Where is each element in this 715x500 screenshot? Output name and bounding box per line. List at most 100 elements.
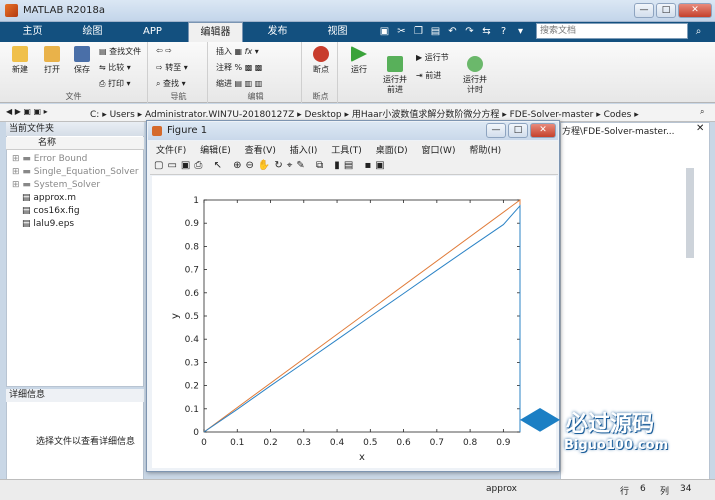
tab-editor[interactable]: 编辑器 — [188, 22, 243, 42]
plot-svg[interactable]: 0 0.1 0.2 0.3 0.4 0.5 0.6 0.7 0.8 0.9 0 0.1 0.2 0.3 0.… — [152, 176, 556, 468]
dropdown-icon[interactable]: ▾ — [514, 25, 527, 38]
hide-tools-icon[interactable]: ▪ — [364, 160, 375, 171]
folder-item[interactable]: ⊞ ▬ System_Solver — [12, 180, 100, 190]
find-files-button[interactable]: ▤ 查找文件 — [99, 46, 141, 57]
tab-home[interactable]: 主页 — [10, 22, 55, 42]
tab-publish[interactable]: 发布 — [255, 22, 300, 42]
colorbar-icon[interactable]: ▮ — [334, 160, 344, 171]
maximize-button[interactable]: □ — [656, 3, 676, 18]
menu-view[interactable]: 查看(V) — [245, 143, 276, 156]
print-button[interactable]: ⎙ 打印 ▾ — [99, 78, 131, 89]
figure-close-button[interactable]: ✕ — [530, 123, 556, 138]
undo-icon[interactable]: ↶ — [446, 25, 459, 38]
advance-button[interactable]: ⇥ 前进 — [416, 70, 441, 81]
indent-button[interactable]: 缩进 ▤ ▥ ▥ — [216, 78, 262, 89]
save-icon[interactable]: ▣ — [378, 25, 391, 38]
goto-button[interactable]: ⇨ 转至 ▾ — [156, 62, 188, 73]
y-tick-label: 0.3 — [185, 358, 199, 368]
help-icon[interactable]: ? — [497, 25, 510, 38]
figure-maximize-button[interactable]: □ — [508, 123, 528, 138]
menu-edit[interactable]: 编辑(E) — [200, 143, 231, 156]
data-cursor-icon[interactable]: ⌖ — [287, 160, 297, 171]
run-group: 运行 运行并 前进 ▶ 运行节 ⇥ 前进 运行并 计时 — [340, 42, 500, 103]
back-forward-button[interactable]: ⇦ ⇨ — [156, 46, 172, 55]
open-button[interactable]: 打开 — [37, 46, 67, 75]
tab-apps[interactable]: APP — [130, 22, 175, 42]
breadcrumb[interactable]: C: ▸ Users ▸ Administrator.WIN7U-2018012… — [90, 107, 639, 120]
y-tick-label: 0.4 — [185, 335, 200, 345]
file-item[interactable]: ▤ lalu9.eps — [22, 219, 74, 229]
search-folder-icon[interactable]: ⌕ — [700, 107, 704, 117]
menu-desktop[interactable]: 桌面(D) — [376, 143, 408, 156]
x-tick-label: 0.2 — [263, 438, 277, 448]
menu-tools[interactable]: 工具(T) — [331, 143, 362, 156]
search-icon[interactable]: ⌕ — [692, 25, 705, 38]
cut-icon[interactable]: ✂ — [395, 25, 408, 38]
details-title: 详细信息 — [6, 389, 144, 402]
figure-title-bar: Figure 1 — □ ✕ — [148, 122, 558, 140]
tab-view[interactable]: 视图 — [315, 22, 360, 42]
redo-icon[interactable]: ↷ — [463, 25, 476, 38]
pointer-icon[interactable]: ↖ — [214, 160, 226, 171]
insert-button[interactable]: 插入 ▦ fx ▾ — [216, 46, 259, 57]
link-icon[interactable]: ⧉ — [316, 160, 327, 171]
y-tick-label: 0.2 — [185, 382, 199, 392]
y-tick-label: 0.5 — [185, 312, 199, 322]
close-icon[interactable]: ✕ — [696, 123, 704, 134]
new-figure-icon[interactable]: ▢ — [154, 160, 167, 171]
breakpoints-button[interactable]: 断点 — [307, 46, 335, 75]
y-tick-label: 0.9 — [185, 219, 200, 229]
tab-plots[interactable]: 绘图 — [70, 22, 115, 42]
paste-icon[interactable]: ▤ — [429, 25, 442, 38]
print-icon[interactable]: ⎙ — [194, 160, 206, 171]
status-col: 34 — [680, 484, 692, 494]
legend-icon[interactable]: ▤ — [344, 160, 357, 171]
zoom-out-icon[interactable]: ⊖ — [246, 160, 258, 171]
find-button[interactable]: ⌕ 查找 ▾ — [156, 78, 186, 89]
pan-icon[interactable]: ✋ — [258, 160, 274, 171]
comment-button[interactable]: 注释 % ▩ ▩ — [216, 62, 262, 73]
y-tick-label: 0.1 — [185, 405, 199, 415]
run-time-button[interactable]: 运行并 计时 — [458, 46, 492, 105]
breakpoints-group: 断点 断点 — [304, 42, 338, 103]
run-section-button[interactable]: ▶ 运行节 — [416, 52, 449, 63]
close-button[interactable]: ✕ — [678, 3, 712, 18]
compare-button[interactable]: ⇋ 比较 ▾ — [99, 62, 131, 73]
nav-group-label: 导航 — [170, 92, 187, 101]
y-tick-label: 0.8 — [185, 242, 200, 252]
run-advance-button[interactable]: 运行并 前进 — [378, 46, 412, 105]
file-item[interactable]: ▤ approx.m — [22, 193, 76, 203]
menu-insert[interactable]: 插入(I) — [290, 143, 318, 156]
save-icon[interactable]: ▣ — [181, 160, 194, 171]
minimize-button[interactable]: — — [634, 3, 654, 18]
new-button[interactable]: 新建 — [5, 46, 35, 75]
folder-item[interactable]: ⊞ ▬ Error Bound — [12, 154, 87, 164]
search-docs-input[interactable]: 搜索文档 — [536, 23, 688, 39]
switch-windows-icon[interactable]: ⇆ — [480, 25, 493, 38]
zoom-in-icon[interactable]: ⊕ — [233, 160, 245, 171]
menu-file[interactable]: 文件(F) — [156, 143, 186, 156]
save-button[interactable]: 保存 — [68, 46, 96, 75]
file-item[interactable]: ▤ cos16x.fig — [22, 206, 80, 216]
play-icon — [351, 46, 367, 62]
nav-group: ⇦ ⇨ ⇨ 转至 ▾ ⌕ 查找 ▾ 导航 — [150, 42, 208, 103]
run-advance-icon — [387, 56, 403, 72]
run-button[interactable]: 运行 — [344, 46, 374, 75]
show-tools-icon[interactable]: ▣ — [375, 160, 388, 171]
rotate-icon[interactable]: ↻ — [274, 160, 286, 171]
figure-minimize-button[interactable]: — — [486, 123, 506, 138]
details-message: 选择文件以查看详细信息 — [36, 437, 136, 447]
y-tick-label: 0.6 — [185, 289, 200, 299]
figure-title: Figure 1 — [167, 125, 208, 136]
folder-item[interactable]: ⊞ ▬ Single_Equation_Solver — [12, 167, 139, 177]
new-icon — [12, 46, 28, 62]
menu-help[interactable]: 帮助(H) — [469, 143, 501, 156]
menu-window[interactable]: 窗口(W) — [422, 143, 456, 156]
status-script: approx — [486, 484, 517, 494]
name-column-header[interactable]: 名称 — [6, 137, 144, 150]
open-icon[interactable]: ▭ — [167, 160, 180, 171]
nav-arrows[interactable]: ◀ ▶ ▣ ▣ ▸ — [6, 107, 48, 116]
scrollbar[interactable] — [686, 168, 694, 258]
copy-icon[interactable]: ❐ — [412, 25, 425, 38]
brush-icon[interactable]: ✎ — [296, 160, 308, 171]
